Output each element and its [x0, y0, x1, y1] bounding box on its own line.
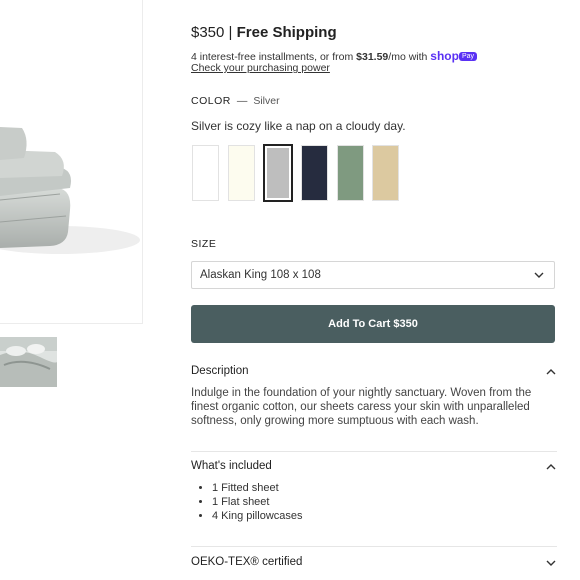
swatch-silver[interactable]: [263, 144, 293, 202]
description-title: Description: [191, 365, 249, 377]
check-purchasing-power-link[interactable]: Check your purchasing power: [191, 62, 330, 74]
chevron-up-icon: [546, 369, 556, 375]
price-shipping-line: $350 | Free Shipping: [191, 24, 337, 41]
divider: [191, 451, 557, 452]
swatch-sand[interactable]: [372, 145, 399, 201]
installment-amount: $31.59: [356, 51, 389, 63]
product-thumbnail[interactable]: [0, 337, 57, 387]
shop-pay-logo-text: shop: [430, 49, 459, 63]
free-shipping-label: Free Shipping: [236, 24, 337, 41]
color-dash: —: [236, 95, 248, 107]
oekotex-title: OEKO-TEX® certified: [191, 556, 303, 568]
swatch-sage[interactable]: [337, 145, 364, 201]
product-main-image[interactable]: [0, 0, 143, 324]
chevron-down-icon: [534, 272, 544, 278]
whats-included-title: What's included: [191, 460, 272, 472]
shop-pay-badge: Pay: [458, 52, 478, 61]
list-item: 1 Flat sheet: [212, 495, 303, 509]
list-item: 1 Fitted sheet: [212, 481, 303, 495]
whats-included-accordion-header[interactable]: What's included: [191, 460, 557, 476]
color-label: COLOR: [191, 95, 231, 107]
description-accordion-header[interactable]: Description: [191, 365, 557, 381]
price-separator: |: [228, 24, 233, 41]
color-label-row: COLOR — Silver: [191, 95, 280, 107]
size-label: SIZE: [191, 238, 217, 250]
add-to-cart-button[interactable]: Add To Cart $350: [191, 305, 555, 343]
bed-scene-thumbnail-image: [0, 337, 57, 387]
size-selected-value: Alaskan King 108 x 108: [200, 269, 321, 281]
add-to-cart-label: Add To Cart $350: [328, 318, 418, 330]
description-text: Indulge in the foundation of your nightl…: [191, 387, 532, 427]
swatch-navy[interactable]: [301, 145, 328, 201]
swatch-ivory[interactable]: [228, 145, 255, 201]
list-item: 4 King pillowcases: [212, 509, 303, 523]
oekotex-accordion-header[interactable]: OEKO-TEX® certified: [191, 556, 557, 572]
folded-sheets-image: [0, 127, 140, 254]
color-description: Silver is cozy like a nap on a cloudy da…: [191, 119, 406, 133]
chevron-down-icon: [546, 560, 556, 566]
swatch-white[interactable]: [192, 145, 219, 201]
divider: [191, 546, 557, 547]
installments-line: 4 interest-free installments, or from $3…: [191, 49, 478, 63]
chevron-up-icon: [546, 464, 556, 470]
price: $350: [191, 24, 225, 41]
size-select[interactable]: Alaskan King 108 x 108: [191, 261, 555, 289]
included-items-list: 1 Fitted sheet 1 Flat sheet 4 King pillo…: [191, 481, 303, 523]
selected-color-name: Silver: [253, 95, 280, 107]
installments-suffix: /mo with: [388, 51, 428, 63]
